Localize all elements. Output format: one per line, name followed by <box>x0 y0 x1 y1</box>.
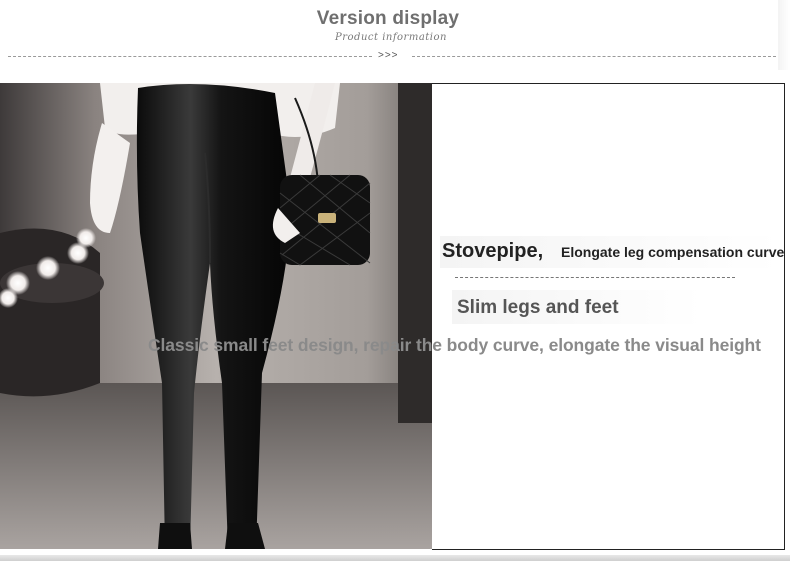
product-photo <box>0 83 432 549</box>
product-detail-page: Version display Product information >>> <box>0 0 790 561</box>
header-edge-shadow <box>778 0 790 70</box>
header-divider-left <box>8 56 372 57</box>
section-title: Version display <box>316 8 460 29</box>
product-title: Stovepipe, <box>442 240 544 262</box>
product-description: Classic small feet design, repair the bo… <box>148 335 761 355</box>
product-subtitle: Slim legs and feet <box>457 297 619 318</box>
title-divider <box>455 277 735 278</box>
section-subtitle-script: Product information <box>335 32 447 43</box>
next-section-edge <box>0 555 790 561</box>
product-feature-title: Elongate leg compensation curve <box>561 244 785 260</box>
header-divider-right <box>412 56 776 57</box>
header-arrows: >>> <box>378 50 399 61</box>
